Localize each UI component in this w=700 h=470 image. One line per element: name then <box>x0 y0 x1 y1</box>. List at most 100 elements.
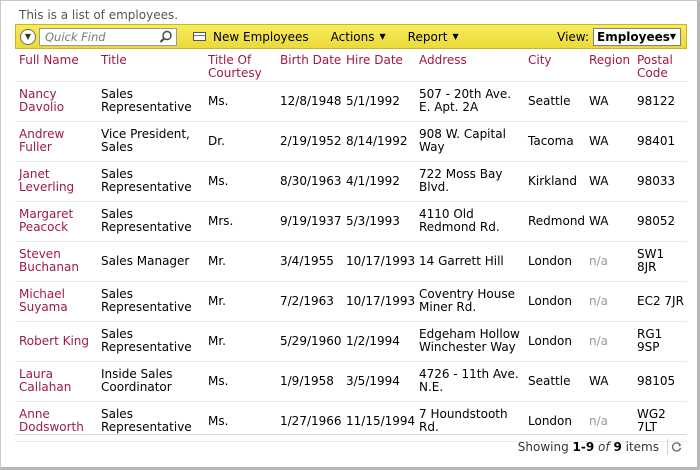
actions-menu[interactable]: Actions ▼ <box>325 25 392 48</box>
actions-label: Actions <box>330 29 375 44</box>
cell-title-of-courtesy: Mrs. <box>204 201 276 242</box>
cell-full-name[interactable]: Laura Callahan <box>15 361 97 402</box>
table-row[interactable]: Margaret Peacock Sales Representative Mrs.… <box>15 201 687 242</box>
column-header-region[interactable]: Region <box>585 51 633 82</box>
action-bar: ▼ New Employees Actions ▼ Report ▼ View:… <box>15 24 687 49</box>
table-row[interactable]: Nancy Davolio Sales Representative Ms. 12/8… <box>15 81 687 122</box>
cell-title-of-courtesy: Dr. <box>204 121 276 162</box>
view-label: View: <box>557 29 589 44</box>
chevron-down-icon: ▼ <box>452 32 459 41</box>
table-row[interactable]: Andrew Fuller Vice President, Sales Dr. 2/1… <box>15 121 687 162</box>
cell-address: 722 Moss Bay Blvd. <box>415 161 524 202</box>
cell-full-name[interactable]: Michael Suyama <box>15 281 97 322</box>
chevron-down-icon: ▼ <box>669 32 677 41</box>
cell-address: 14 Garrett Hill <box>415 241 524 282</box>
cell-region: WA <box>585 161 633 202</box>
cell-title: Sales Representative <box>97 321 204 362</box>
cell-address: Edgeham Hollow Winchester Way <box>415 321 524 362</box>
cell-full-name[interactable]: Janet Leverling <box>15 161 97 202</box>
report-menu[interactable]: Report ▼ <box>402 25 465 48</box>
cell-hire-date: 10/17/1993 <box>342 281 415 322</box>
cell-region: WA <box>585 361 633 402</box>
cell-address: Coventry House Miner Rd. <box>415 281 524 322</box>
cell-city: Kirkland <box>524 161 585 202</box>
column-header-address[interactable]: Address <box>415 51 524 82</box>
quick-find-toggle-icon[interactable]: ▼ <box>20 28 36 45</box>
cell-title: Sales Representative <box>97 81 204 122</box>
chevron-down-icon: ▼ <box>379 32 386 41</box>
cell-title-of-courtesy: Ms. <box>204 81 276 122</box>
cell-address: 507 - 20th Ave. E. Apt. 2A <box>415 81 524 122</box>
cell-region: WA <box>585 201 633 242</box>
cell-title: Inside Sales Coordinator <box>97 361 204 402</box>
cell-address: 4110 Old Redmond Rd. <box>415 201 524 242</box>
new-employees-button[interactable]: New Employees <box>187 25 315 48</box>
cell-address: 908 W. Capital Way <box>415 121 524 162</box>
cell-full-name[interactable]: Steven Buchanan <box>15 241 97 282</box>
cell-title-of-courtesy: Ms. <box>204 161 276 202</box>
cell-full-name[interactable]: Margaret Peacock <box>15 201 97 242</box>
table-row[interactable]: Michael Suyama Sales Representative Mr. 7/2… <box>15 281 687 322</box>
cell-title: Sales Representative <box>97 161 204 202</box>
cell-title: Sales Manager <box>97 241 204 282</box>
cell-postal-code: 98401 <box>633 121 687 162</box>
cell-region: WA <box>585 121 633 162</box>
cell-title-of-courtesy: Mr. <box>204 321 276 362</box>
grid-body: Nancy Davolio Sales Representative Ms. 12/8… <box>15 81 687 442</box>
cell-city: Tacoma <box>524 121 585 162</box>
cell-region: n/a <box>585 241 633 282</box>
cell-postal-code: EC2 7JR <box>633 281 687 322</box>
column-header-city[interactable]: City <box>524 51 585 82</box>
cell-region: WA <box>585 81 633 122</box>
cell-address: 4726 - 11th Ave. N.E. <box>415 361 524 402</box>
cell-birth-date: 7/2/1963 <box>276 281 342 322</box>
page-frame: This is a list of employees. ▼ New Emplo… <box>0 0 700 470</box>
cell-birth-date: 2/19/1952 <box>276 121 342 162</box>
column-header-hire-date[interactable]: Hire Date <box>342 51 415 82</box>
cell-title-of-courtesy: Mr. <box>204 281 276 322</box>
refresh-icon[interactable] <box>667 438 683 455</box>
cell-city: Seattle <box>524 81 585 122</box>
cell-postal-code: 98105 <box>633 361 687 402</box>
cell-postal-code: 98052 <box>633 201 687 242</box>
cell-hire-date: 5/1/1992 <box>342 81 415 122</box>
cell-hire-date: 4/1/1992 <box>342 161 415 202</box>
search-icon[interactable] <box>159 30 173 44</box>
cell-postal-code: 98033 <box>633 161 687 202</box>
cell-region: n/a <box>585 281 633 322</box>
employees-grid: Full Name Title Title Of Courtesy Birth … <box>15 51 687 442</box>
column-header-title-of-courtesy[interactable]: Title Of Courtesy <box>204 51 276 82</box>
cell-birth-date: 5/29/1960 <box>276 321 342 362</box>
cell-full-name[interactable]: Robert King <box>15 321 97 362</box>
view-selector-wrap: View: Employees ▼ <box>557 27 681 46</box>
table-row[interactable]: Steven Buchanan Sales Manager Mr. 3/4/1955 1… <box>15 241 687 282</box>
new-employees-label: New Employees <box>213 29 309 44</box>
cell-birth-date: 8/30/1963 <box>276 161 342 202</box>
cell-full-name[interactable]: Andrew Fuller <box>15 121 97 162</box>
new-record-icon <box>193 32 206 41</box>
cell-hire-date: 3/5/1994 <box>342 361 415 402</box>
cell-city: Redmond <box>524 201 585 242</box>
cell-hire-date: 1/2/1994 <box>342 321 415 362</box>
column-header-birth-date[interactable]: Birth Date <box>276 51 342 82</box>
cell-title: Vice President, Sales <box>97 121 204 162</box>
cell-city: London <box>524 321 585 362</box>
column-header-postal-code[interactable]: Postal Code <box>633 51 687 82</box>
table-row[interactable]: Janet Leverling Sales Representative Ms. 8/… <box>15 161 687 202</box>
pager-total: 9 <box>613 439 622 454</box>
table-row[interactable]: Robert King Sales Representative Mr. 5/29/1… <box>15 321 687 362</box>
view-select[interactable]: Employees ▼ <box>593 27 681 46</box>
pager-items: items <box>625 439 659 454</box>
column-header-full-name[interactable]: Full Name <box>15 51 97 82</box>
view-description: This is a list of employees. <box>19 8 179 22</box>
column-header-title[interactable]: Title <box>97 51 204 82</box>
cell-birth-date: 1/9/1958 <box>276 361 342 402</box>
table-row[interactable]: Laura Callahan Inside Sales Coordinator Ms… <box>15 361 687 402</box>
cell-postal-code: RG1 9SP <box>633 321 687 362</box>
pager-of: of <box>598 439 610 454</box>
cell-birth-date: 3/4/1955 <box>276 241 342 282</box>
cell-full-name[interactable]: Nancy Davolio <box>15 81 97 122</box>
quick-find-input[interactable] <box>40 28 156 45</box>
header-row: Full Name Title Title Of Courtesy Birth … <box>15 51 687 82</box>
cell-city: London <box>524 241 585 282</box>
